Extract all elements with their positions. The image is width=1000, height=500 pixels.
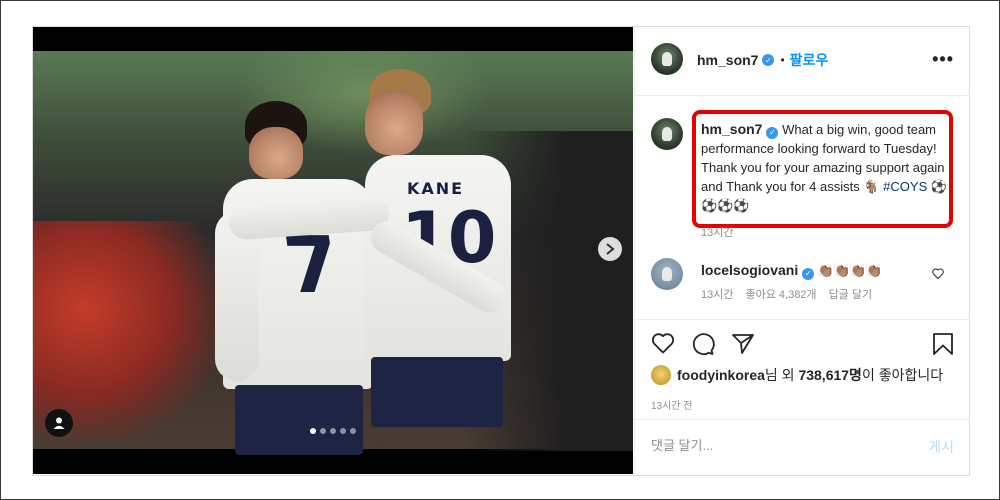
avatar[interactable] [651,258,683,290]
comment-item: locelsogiovani ✓ 👏🏽👏🏽👏🏽👏🏽 13시간 좋아요 4,382개… [635,258,970,318]
avatar[interactable] [651,365,671,385]
player-seven-shorts [235,385,363,455]
carousel-indicator [310,428,356,434]
send-icon[interactable] [731,332,755,361]
comment-composer: 게시 [635,419,970,475]
comment-username[interactable]: locelsogiovani [701,262,798,278]
comment-input[interactable] [651,438,891,453]
user-tag-icon[interactable] [45,409,73,437]
carousel-dot [320,428,326,434]
carousel-dot [340,428,346,434]
bookmark-icon[interactable] [932,332,954,361]
post-media[interactable]: 7 KANE 10 [33,27,633,474]
likes-count[interactable]: 738,617명 [798,367,862,383]
action-bar [635,319,970,356]
comment-text: locelsogiovani ✓ 👏🏽👏🏽👏🏽👏🏽 [701,262,883,280]
verified-badge-icon: ✓ [762,54,775,66]
likes-suffix-2: 이 좋아합니다 [861,367,944,383]
comment-time: 13시간 [701,289,734,301]
player-ten-head [365,91,423,155]
verified-badge-icon: ✓ [802,267,815,280]
comment-heart-icon[interactable] [932,266,944,284]
post-comment-button[interactable]: 게시 [928,437,954,457]
comment-likes[interactable]: 좋아요 4,382개 [745,286,816,302]
caption-time: 13시간 [701,227,734,239]
carousel-dot [330,428,336,434]
header-separator: • [780,53,785,67]
comment-meta: 13시간 좋아요 4,382개 답글 달기 [701,286,872,302]
player-ten-shirt-name: KANE [407,179,465,198]
heart-icon[interactable] [651,332,675,359]
post-timestamp[interactable]: 13시간 전 [651,397,693,412]
liker-username[interactable]: foodyinkorea [677,367,765,383]
author-username[interactable]: hm_son7 [697,52,758,68]
stadium-red-seats [33,221,223,441]
more-horizontal-icon[interactable]: ••• [932,49,954,70]
post-side-panel: hm_son7 ✓ • 팔로우 ••• hm_son7 ✓ What a big … [634,27,970,474]
avatar[interactable] [651,118,683,150]
instagram-post: 7 KANE 10 hm_son7 ✓ • 팔로우 ••• hm_son7 ✓ … [32,26,970,476]
reply-button[interactable]: 답글 달기 [829,286,873,302]
comment-icon[interactable] [691,332,715,361]
likes-suffix-1: 님 외 [764,367,799,383]
caption-area: hm_son7 ✓ What a big win, good team perfo… [635,96,970,320]
likes-summary: foodyinkorea님 외 738,617명이 좋아합니다 [651,365,943,385]
follow-button[interactable]: 팔로우 [790,50,829,70]
player-ten-shorts [371,357,503,427]
comment-body: 👏🏽👏🏽👏🏽👏🏽 [817,263,883,278]
carousel-dot [350,428,356,434]
caption-highlight-box [692,110,953,228]
post-photo: 7 KANE 10 [33,51,633,455]
post-header-info: hm_son7 ✓ • 팔로우 [697,50,828,70]
chevron-right-icon[interactable] [598,237,622,261]
player-seven-head [249,127,303,179]
avatar[interactable] [651,43,683,75]
carousel-dot [310,428,316,434]
post-header: hm_son7 ✓ • 팔로우 ••• [635,27,970,96]
